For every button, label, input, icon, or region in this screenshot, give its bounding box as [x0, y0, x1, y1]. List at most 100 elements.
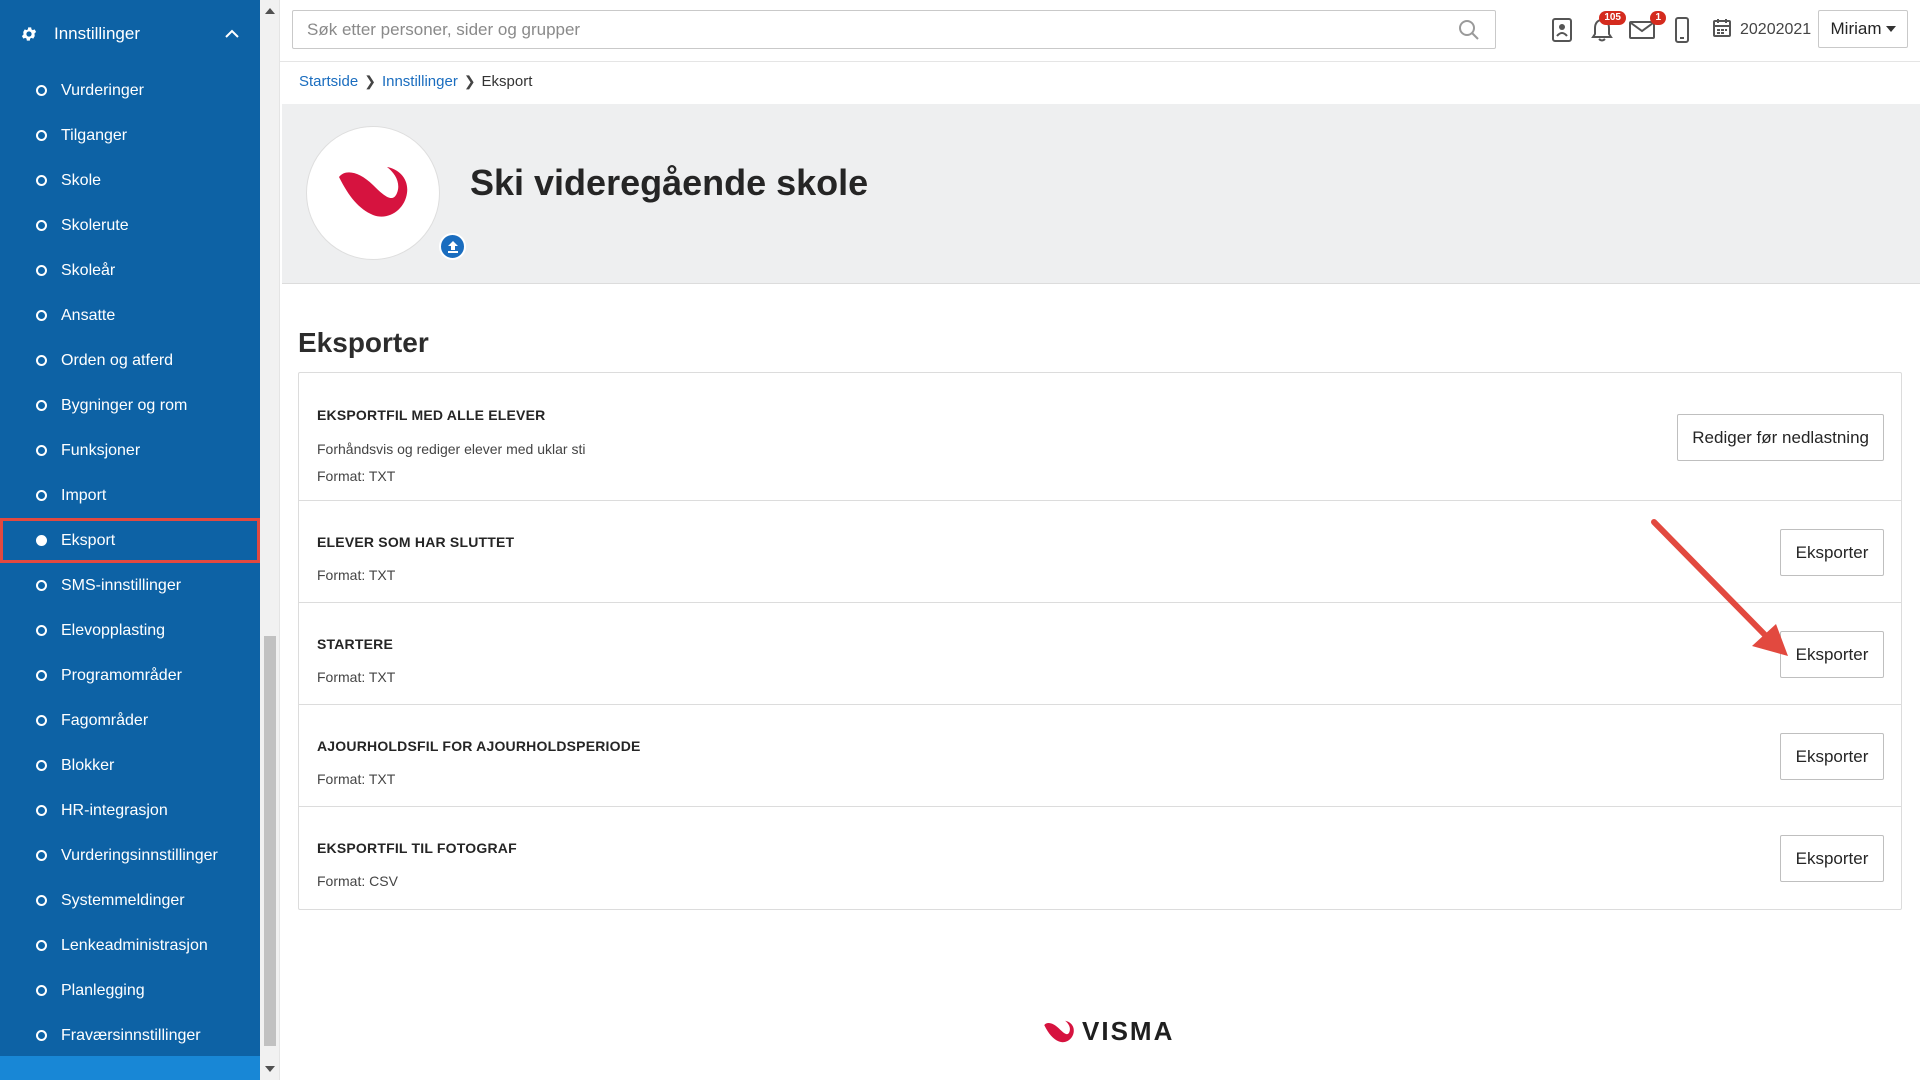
- sidebar-item-elevopplasting[interactable]: Elevopplasting: [0, 608, 260, 653]
- bullet-icon: [36, 490, 47, 501]
- sidebar-item-orden-og-atferd[interactable]: Orden og atferd: [0, 338, 260, 383]
- sidebar-item-ansatte[interactable]: Ansatte: [0, 293, 260, 338]
- sidebar-item-label: Bygninger og rom: [61, 396, 188, 414]
- sidebar-item-label: Import: [61, 486, 107, 504]
- export-row-format: Format: TXT: [317, 468, 396, 484]
- export-row-format: Format: CSV: [317, 873, 398, 889]
- school-year-label: 20202021: [1740, 21, 1812, 38]
- upload-logo-button[interactable]: [439, 233, 466, 260]
- contact-card-icon[interactable]: [1548, 15, 1576, 45]
- sidebar-item-eksport[interactable]: Eksport: [0, 518, 260, 563]
- gear-icon: [20, 25, 38, 43]
- footer-brand: VISMA: [1082, 1016, 1175, 1046]
- export-row: AJOURHOLDSFIL FOR AJOURHOLDSPERIODE Form…: [299, 705, 1901, 807]
- user-name: Miriam: [1830, 19, 1882, 38]
- sidebar-item-label: Skole: [61, 171, 102, 189]
- sidebar-item-skolear[interactable]: Skoleår: [0, 248, 260, 293]
- chevron-up-icon[interactable]: [224, 26, 240, 42]
- scrollbar-thumb[interactable]: [264, 636, 276, 1046]
- sidebar-item-label: Lenkeadministrasjon: [61, 936, 208, 954]
- breadcrumb-innstillinger[interactable]: Innstillinger: [382, 73, 458, 90]
- export-button[interactable]: Eksporter: [1780, 835, 1884, 882]
- sidebar-header-label: Innstillinger: [54, 24, 140, 43]
- breadcrumb-startside[interactable]: Startside: [299, 73, 358, 90]
- sidebar-item-funksjoner[interactable]: Funksjoner: [0, 428, 260, 473]
- sidebar-scrollbar[interactable]: [260, 0, 280, 1080]
- search-input[interactable]: [307, 19, 1457, 40]
- bullet-icon: [36, 805, 47, 816]
- bell-icon[interactable]: 105: [1588, 11, 1626, 45]
- sidebar-item-label: Eksport: [61, 531, 116, 549]
- sidebar-header[interactable]: Innstillinger: [0, 0, 260, 68]
- bullet-icon: [36, 715, 47, 726]
- export-row-format: Format: TXT: [317, 567, 396, 583]
- bullet-icon: [36, 265, 47, 276]
- school-name: Ski videregående skole: [470, 162, 869, 203]
- sidebar-item-skole[interactable]: Skole: [0, 158, 260, 203]
- bullet-icon: [36, 175, 47, 186]
- bullet-icon: [36, 400, 47, 411]
- sidebar-item-bygninger-og-rom[interactable]: Bygninger og rom: [0, 383, 260, 428]
- sidebar-item-systemmeldinger[interactable]: Systemmeldinger: [0, 878, 260, 923]
- topbar: 105 1 20202021 Miriam: [280, 0, 1920, 62]
- search-box[interactable]: [292, 10, 1496, 49]
- sidebar-item-fravaersinnstillinger[interactable]: Fraværsinnstillinger: [0, 1013, 260, 1058]
- sidebar-item-label: Vurderinger: [61, 81, 145, 99]
- bullet-active-icon: [36, 535, 47, 546]
- sidebar-item-fagomrader[interactable]: Fagområder: [0, 698, 260, 743]
- export-row: EKSPORTFIL TIL FOTOGRAF Format: CSV Eksp…: [299, 807, 1901, 909]
- bullet-icon: [36, 850, 47, 861]
- sidebar-item-label: Tilganger: [61, 126, 128, 144]
- caret-down-icon: [1885, 26, 1896, 32]
- bullet-icon: [36, 355, 47, 366]
- export-row-title: ELEVER SOM HAR SLUTTET: [317, 534, 515, 550]
- sidebar-item-planlegging[interactable]: Planlegging: [0, 968, 260, 1013]
- sidebar-item-skolerute[interactable]: Skolerute: [0, 203, 260, 248]
- export-row-title: AJOURHOLDSFIL FOR AJOURHOLDSPERIODE: [317, 738, 641, 754]
- export-button[interactable]: Eksporter: [1780, 733, 1884, 780]
- upload-icon: [447, 240, 458, 253]
- export-row-title: STARTERE: [317, 636, 394, 652]
- bullet-icon: [36, 580, 47, 591]
- sidebar-item-label: Fraværsinnstillinger: [61, 1026, 201, 1044]
- bullet-icon: [36, 760, 47, 771]
- search-icon[interactable]: [1457, 18, 1481, 42]
- sidebar-item-blokker[interactable]: Blokker: [0, 743, 260, 788]
- bullet-icon: [36, 670, 47, 681]
- bullet-icon: [36, 445, 47, 456]
- edit-before-download-button[interactable]: Rediger før nedlastning: [1677, 414, 1884, 461]
- bullet-icon: [36, 85, 47, 96]
- export-row-title: EKSPORTFIL TIL FOTOGRAF: [317, 840, 517, 856]
- scroll-down-icon[interactable]: [265, 1066, 275, 1072]
- scroll-up-icon[interactable]: [265, 8, 275, 14]
- footer-logo: VISMA: [1042, 1016, 1174, 1047]
- sidebar-item-programomrader[interactable]: Programområder: [0, 653, 260, 698]
- visma-logo: [339, 167, 408, 217]
- sidebar-item-tilganger[interactable]: Tilganger: [0, 113, 260, 158]
- sidebar-item-label: Vurderingsinnstillinger: [61, 846, 218, 864]
- sidebar-item-hr-integrasjon[interactable]: HR-integrasjon: [0, 788, 260, 833]
- breadcrumb: Startside ❯ Innstillinger ❯ Eksport: [299, 73, 532, 90]
- mobile-icon[interactable]: [1668, 15, 1696, 45]
- sidebar-item-label: HR-integrasjon: [61, 801, 168, 819]
- sidebar-item-vurderinger[interactable]: Vurderinger: [0, 68, 260, 113]
- sidebar: Innstillinger Vurderinger Tilganger Skol…: [0, 0, 260, 1080]
- sidebar-item-vurderingsinnstillinger[interactable]: Vurderingsinnstillinger: [0, 833, 260, 878]
- school-year-selector[interactable]: 20202021: [1712, 18, 1811, 43]
- sidebar-nav: Vurderinger Tilganger Skole Skolerute Sk…: [0, 68, 260, 1058]
- sidebar-item-label: Funksjoner: [61, 441, 141, 459]
- sidebar-next-section[interactable]: [0, 1056, 260, 1080]
- messages-badge: 1: [1650, 11, 1666, 25]
- sidebar-item-label: Skolerute: [61, 216, 129, 234]
- envelope-icon[interactable]: 1: [1628, 11, 1666, 45]
- sidebar-item-lenkeadministrasjon[interactable]: Lenkeadministrasjon: [0, 923, 260, 968]
- sidebar-item-sms-innstillinger[interactable]: SMS-innstillinger: [0, 563, 260, 608]
- bullet-icon: [36, 625, 47, 636]
- user-menu-button[interactable]: Miriam: [1818, 10, 1908, 48]
- export-row-description: Forhåndsvis og rediger elever med uklar …: [317, 441, 586, 457]
- calendar-icon: [1712, 18, 1732, 43]
- export-row-format: Format: TXT: [317, 669, 396, 685]
- export-row-format: Format: TXT: [317, 771, 396, 787]
- sidebar-item-import[interactable]: Import: [0, 473, 260, 518]
- sidebar-item-label: Elevopplasting: [61, 621, 166, 639]
